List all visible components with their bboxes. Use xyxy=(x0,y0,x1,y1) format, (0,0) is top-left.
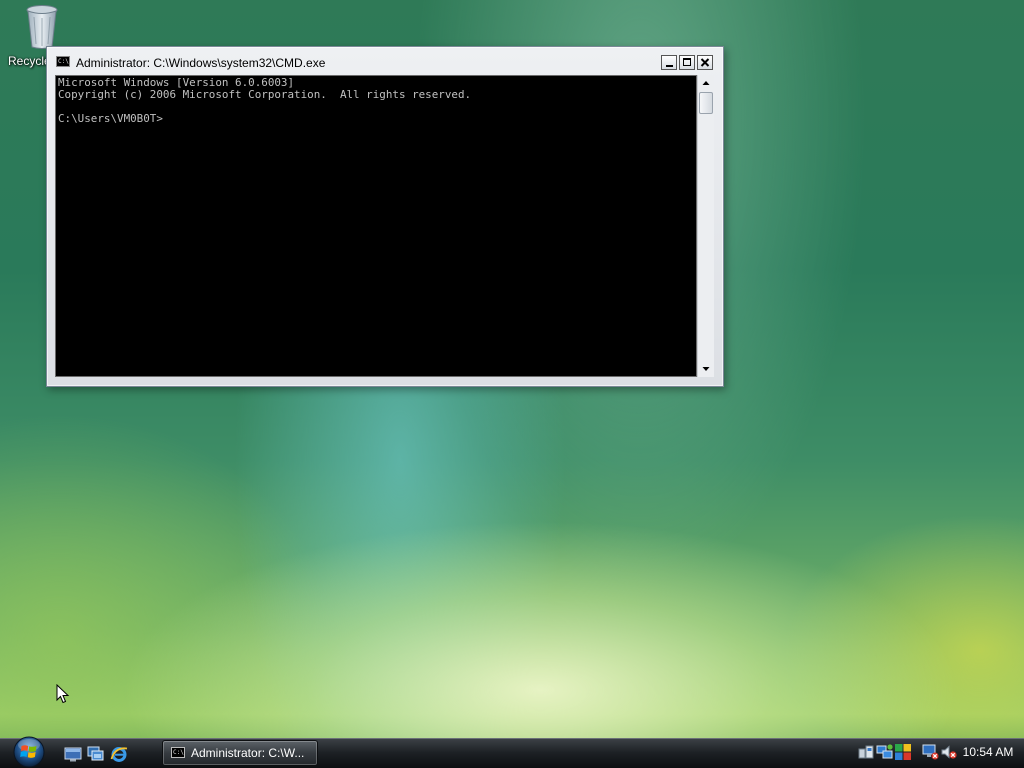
taskbar-cmd-button[interactable]: C:\ Administrator: C:\W... xyxy=(162,740,318,766)
title-bar[interactable]: C:\ Administrator: C:\Windows\system32\C… xyxy=(51,53,719,73)
cmd-taskbar-icon: C:\ xyxy=(171,747,185,758)
network-icon[interactable] xyxy=(857,743,875,761)
scroll-up-button[interactable] xyxy=(698,75,714,91)
taskbar-cmd-label: Administrator: C:\W... xyxy=(191,746,305,760)
maximize-button[interactable] xyxy=(679,55,695,70)
security-center-icon[interactable] xyxy=(894,743,912,761)
maximize-icon xyxy=(683,58,691,66)
window-title: Administrator: C:\Windows\system32\CMD.e… xyxy=(76,56,326,70)
windows-start-orb-icon xyxy=(13,736,45,768)
mouse-pointer-icon xyxy=(56,684,70,704)
close-icon xyxy=(700,58,710,67)
network-activity-icon[interactable] xyxy=(876,743,894,761)
minimize-icon xyxy=(666,65,673,67)
console-text: Microsoft Windows [Version 6.0.6003] Cop… xyxy=(58,76,472,125)
scroll-thumb[interactable] xyxy=(699,92,713,114)
minimize-button[interactable] xyxy=(661,55,677,70)
volume-muted-icon[interactable] xyxy=(940,743,958,761)
cmd-app-icon[interactable]: C:\ xyxy=(56,56,70,67)
recycle-bin-icon xyxy=(26,5,58,49)
scroll-down-button[interactable] xyxy=(698,361,714,377)
switch-windows-icon[interactable] xyxy=(87,745,105,763)
start-button[interactable] xyxy=(8,733,50,768)
close-button[interactable] xyxy=(697,55,713,70)
cmd-window[interactable]: C:\ Administrator: C:\Windows\system32\C… xyxy=(46,46,724,387)
console-output[interactable]: Microsoft Windows [Version 6.0.6003] Cop… xyxy=(55,75,697,377)
taskbar-clock[interactable]: 10:54 AM xyxy=(960,745,1016,759)
vertical-scrollbar[interactable] xyxy=(697,75,714,377)
show-desktop-icon[interactable] xyxy=(64,745,82,763)
scroll-down-arrow-icon xyxy=(702,367,710,371)
connection-status-icon[interactable] xyxy=(921,743,939,761)
internet-explorer-icon[interactable] xyxy=(110,745,128,763)
scroll-up-arrow-icon xyxy=(702,81,710,85)
recycle-bin-label: Recycle xyxy=(8,54,51,68)
